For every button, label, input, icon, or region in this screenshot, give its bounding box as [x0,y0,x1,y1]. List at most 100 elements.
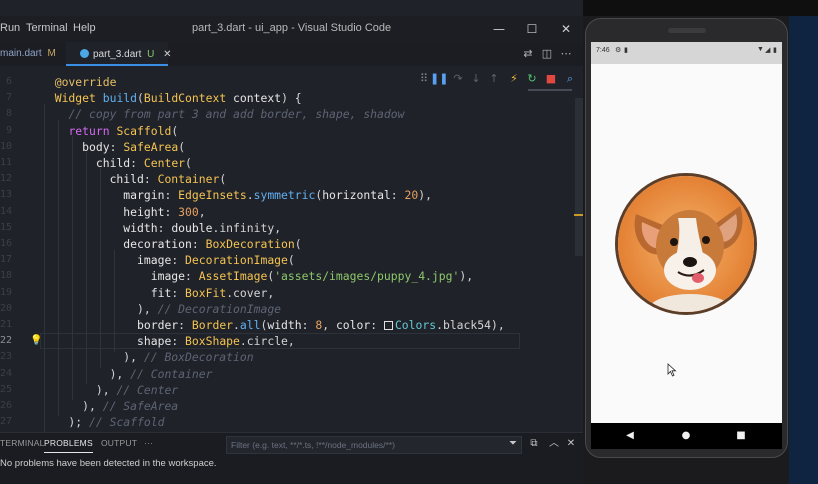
battery-icon: ▮ [773,47,777,54]
android-nav-bar: ◀ ● ■ [591,423,782,449]
code-line[interactable]: 7 Widget build(BuildContext context) { [0,90,575,106]
line-number: 16 [0,238,13,249]
indent-guide [86,152,87,384]
code-text: child: Center( [95,156,192,170]
indent-guide [58,120,59,416]
line-number: 18 [0,270,13,282]
split-editor-icon[interactable]: ◫ [539,46,555,62]
line-number: 22 [0,335,13,347]
indent-guide [44,104,45,432]
window-title: part_3.dart - ui_app - Visual Studio Cod… [192,22,392,34]
code-text: @override [54,75,117,89]
tab-problems[interactable]: PROBLEMS [44,438,93,453]
step-into-icon[interactable]: ↓ [468,70,484,88]
stop-icon[interactable]: ■ [543,70,559,88]
tab-terminal[interactable]: TERMINAL [0,438,45,448]
line-number: 6 [5,76,12,87]
code-line[interactable]: 8 // copy from part 3 and add border, sh… [0,106,575,122]
line-number: 23 [0,351,13,363]
close-icon[interactable]: ✕ [556,19,576,39]
code-line[interactable]: 26 ), // SafeArea [0,398,575,414]
editor-tab-bar: main.dart M part_3.dart U ✕ ⇄ ◫ ⋯ [0,42,583,66]
hot-reload-icon[interactable]: ⚡ [506,70,522,88]
code-text: decoration: BoxDecoration( [123,237,302,251]
line-number: 25 [0,383,13,395]
earpiece [668,28,706,33]
dart-file-icon [80,49,89,58]
recents-icon[interactable]: ■ [734,429,748,443]
chevron-up-icon[interactable]: ︿ [547,437,561,451]
menu-run[interactable]: Run [0,22,20,34]
sd-card-icon: ▮ [624,47,628,54]
step-out-icon[interactable]: ↑ [486,70,502,88]
tab-part-3-dart[interactable]: part_3.dart U ✕ [66,42,172,66]
line-number: 20 [0,302,13,314]
code-editor[interactable]: 6 @override 7 Widget build(BuildContext c… [0,66,583,432]
code-text: // copy from part 3 and add border, shap… [68,107,405,122]
title-bar: Run Terminal Help part_3.dart - ui_app -… [0,16,583,42]
line-number: 21 [0,319,13,330]
line-number: 12 [0,173,13,185]
source-control-compare-icon[interactable]: ⇄ [520,46,536,62]
menu-terminal[interactable]: Terminal [26,22,68,34]
line-number: 10 [0,140,13,152]
copy-icon[interactable]: ⧉ [527,437,541,451]
menu-help[interactable]: Help [73,22,96,34]
home-icon[interactable]: ● [679,429,693,443]
wifi-icon: ▼ [757,46,764,53]
maximize-icon[interactable]: ☐ [522,19,542,39]
bottom-panel: TERMINAL PROBLEMS OUTPUT ··· Filter (e.g… [0,432,583,484]
filter-icon[interactable]: ⏷ [506,437,520,451]
tab-output[interactable]: OUTPUT [101,438,137,448]
tab-problems-label: PROBLEMS [44,438,93,448]
close-tab-icon[interactable]: ✕ [163,49,171,60]
step-over-icon[interactable]: ↷ [450,70,466,88]
minimap[interactable] [528,89,572,91]
tab-main-dart[interactable]: main.dart M [0,42,64,66]
restart-icon[interactable]: ↻ [524,70,540,88]
minimize-icon[interactable]: — [489,19,509,39]
pause-icon[interactable]: ❚❚ [430,70,448,88]
tab-label: main.dart [0,48,42,59]
code-text: image: AssetImage('assets/images/puppy_4… [150,269,474,284]
circular-puppy-image [615,173,757,315]
code-text: Widget build(BuildContext context) { [54,91,302,106]
settings-icon: ⚙ [615,47,622,54]
close-panel-icon[interactable]: ✕ [564,437,578,451]
code-text: fit: BoxFit.cover, [150,285,275,300]
code-line[interactable]: 9 return Scaffold( [0,123,575,139]
indent-guide [72,136,73,400]
signal-icon: ◢ [765,47,771,54]
code-line[interactable]: 25 ), // Center [0,382,575,398]
back-icon[interactable]: ◀ [623,429,637,443]
untracked-badge: U [147,49,155,60]
active-tab-indicator [44,452,93,453]
mouse-cursor-icon [667,363,677,377]
modified-badge: M [47,48,56,59]
line-number: 8 [5,108,12,120]
line-number: 27 [0,416,13,428]
panel-more-icon[interactable]: ··· [144,438,153,448]
inspect-widget-icon[interactable]: ⌕ [562,70,578,88]
code-text: child: Container( [109,172,227,187]
code-text: ), // DecorationImage [137,301,282,316]
code-text: border: Border.all(width: 8, color: Colo… [137,318,505,332]
code-text: ), // Container [109,366,213,381]
more-actions-icon[interactable]: ⋯ [558,46,574,62]
code-line[interactable]: 27 ); // Scaffold [0,414,575,430]
line-number: 11 [0,157,13,168]
vscode-window: Run Terminal Help part_3.dart - ui_app -… [0,0,583,484]
code-text: ), // SafeArea [41,399,179,413]
indent-guide [100,168,101,368]
problems-filter-input[interactable]: Filter (e.g. text, **/*.ts, !**/node_mod… [226,436,522,454]
code-text: shape: BoxShape.circle, [137,334,295,349]
code-text: height: 300, [123,204,206,219]
line-number: 15 [0,221,13,233]
line-number: 17 [0,254,13,266]
code-text: ); // Scaffold [41,415,165,430]
editor-scrollbar[interactable] [575,98,583,256]
puppy-photo [618,176,754,312]
indent-guide [114,250,115,352]
line-number: 19 [0,286,13,298]
line-number: 7 [5,92,12,104]
